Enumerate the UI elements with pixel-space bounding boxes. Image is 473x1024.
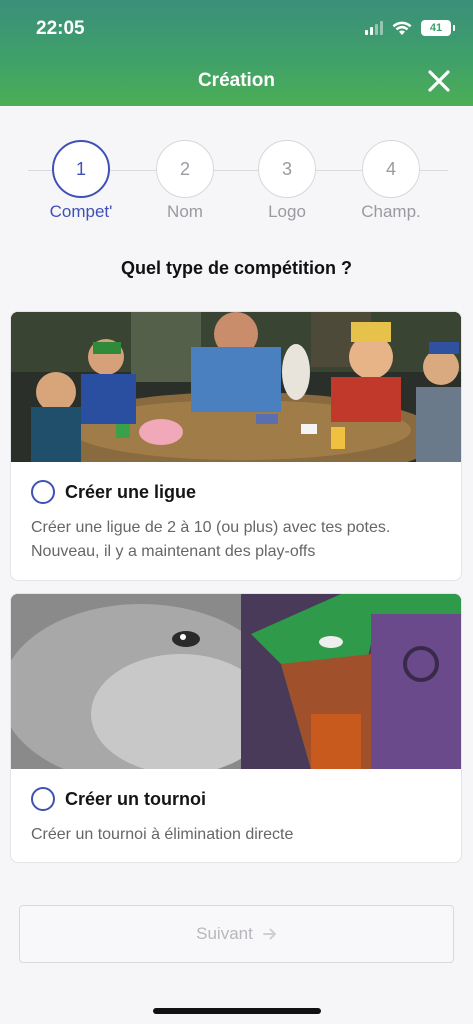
league-option-card[interactable]: Créer une ligue Créer une ligue de 2 à 1… bbox=[10, 311, 462, 581]
step-label: Champ. bbox=[361, 202, 421, 221]
next-button[interactable]: Suivant bbox=[19, 905, 454, 963]
step-label: Compet' bbox=[49, 202, 113, 221]
next-button-label: Suivant bbox=[196, 924, 253, 943]
league-description-line1: Créer une ligue de 2 à 10 (ou plus) avec… bbox=[31, 519, 391, 536]
question-heading: Quel type de compétition ? bbox=[120, 258, 353, 278]
home-indicator bbox=[153, 1008, 321, 1014]
league-option-title: Créer une ligue bbox=[65, 481, 197, 502]
page-title: Création bbox=[197, 70, 276, 91]
tournament-option-card[interactable]: Créer un tournoi Créer un tournoi à élim… bbox=[10, 593, 462, 863]
status-time: 22:05 bbox=[36, 18, 85, 39]
league-description-line2: Nouveau, il y a maintenant des play-offs bbox=[31, 543, 316, 560]
league-option-description: Créer une ligue de 2 à 10 (ou plus) avec… bbox=[31, 516, 441, 564]
step-label: Logo bbox=[268, 202, 306, 221]
step-competition: 1 Compet' bbox=[41, 140, 121, 222]
app-header: 22:05 41 Création bbox=[0, 0, 473, 106]
league-radio-button[interactable] bbox=[31, 480, 55, 504]
step-name: 2 Nom bbox=[145, 140, 225, 222]
wifi-icon bbox=[392, 21, 412, 35]
step-logo: 3 Logo bbox=[247, 140, 327, 222]
battery-icon: 41 bbox=[421, 20, 455, 36]
step-championship: 4 Champ. bbox=[351, 140, 431, 222]
tournament-option-title: Créer un tournoi bbox=[65, 788, 207, 809]
close-icon[interactable] bbox=[425, 67, 453, 95]
tournament-illustration bbox=[11, 594, 461, 769]
league-option-row: Créer une ligue bbox=[31, 480, 441, 504]
step-label: Nom bbox=[167, 202, 203, 221]
battery-level: 41 bbox=[429, 22, 443, 34]
tournament-option-body: Créer un tournoi Créer un tournoi à élim… bbox=[11, 769, 461, 862]
league-option-body: Créer une ligue Créer une ligue de 2 à 1… bbox=[11, 462, 461, 580]
cellular-signal-icon bbox=[365, 21, 383, 35]
tournament-option-row: Créer un tournoi bbox=[31, 787, 441, 811]
league-illustration bbox=[11, 312, 461, 462]
tournament-option-description: Créer un tournoi à élimination directe bbox=[31, 826, 294, 843]
status-icons: 41 bbox=[365, 20, 455, 36]
step-number: 1 bbox=[52, 140, 110, 198]
step-number: 2 bbox=[156, 140, 214, 198]
step-number: 3 bbox=[258, 140, 316, 198]
tournament-radio-button[interactable] bbox=[31, 787, 55, 811]
arrow-right-icon bbox=[262, 928, 276, 940]
step-number: 4 bbox=[362, 140, 420, 198]
step-indicator: 1 Compet' 2 Nom 3 Logo 4 Champ. bbox=[28, 140, 448, 230]
